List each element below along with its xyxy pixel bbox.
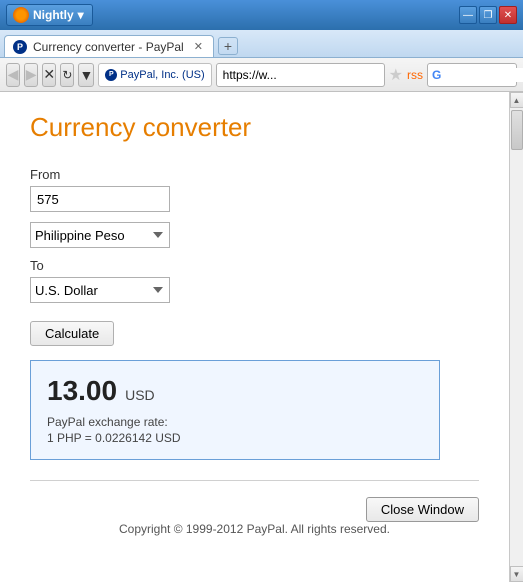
paypal-tab-icon: P [13, 40, 27, 54]
title-bar-controls: — ❐ ✕ [459, 6, 517, 24]
tab-bar: P Currency converter - PayPal ✕ + [0, 30, 523, 58]
scroll-up-button[interactable]: ▲ [510, 92, 523, 108]
browser-content: Currency converter From Philippine Peso … [0, 92, 523, 582]
from-currency-group: Philippine Peso U.S. Dollar Euro British… [30, 222, 479, 248]
title-bar-left: Nightly ▾ [6, 4, 93, 26]
from-currency-select[interactable]: Philippine Peso U.S. Dollar Euro British… [30, 222, 170, 248]
window-close-button[interactable]: ✕ [499, 6, 517, 24]
scrollbar: ▲ ▼ [509, 92, 523, 582]
firefox-icon [13, 7, 29, 23]
stop-button[interactable]: ✕ [42, 63, 56, 87]
search-bar[interactable]: G 🔍 [427, 63, 517, 87]
tab-label: Currency converter - PayPal [33, 40, 184, 54]
paypal-badge-icon: P [105, 69, 117, 81]
navigation-bar: ◀ ▶ ✕ ↻ ▼ P PayPal, Inc. (US) ★ rss G 🔍 [0, 58, 523, 92]
nightly-chevron-icon: ▾ [78, 8, 84, 22]
address-bar-wrap: P PayPal, Inc. (US) ★ rss [98, 63, 423, 87]
footer-text: Copyright © 1999-2012 PayPal. All rights… [30, 522, 479, 536]
page-title: Currency converter [30, 112, 479, 143]
to-label: To [30, 258, 479, 273]
divider [30, 480, 479, 481]
forward-button[interactable]: ▶ [24, 63, 38, 87]
restore-button[interactable]: ❐ [479, 6, 497, 24]
result-amount-value: 13.00 [47, 375, 117, 407]
new-tab-button[interactable]: + [218, 37, 238, 55]
exchange-rate-label: PayPal exchange rate: [47, 415, 423, 429]
scroll-down-button[interactable]: ▼ [510, 566, 523, 582]
minimize-button[interactable]: — [459, 6, 477, 24]
paypal-badge: P PayPal, Inc. (US) [98, 63, 211, 87]
title-bar: Nightly ▾ — ❐ ✕ [0, 0, 523, 30]
close-window-button[interactable]: Close Window [366, 497, 479, 522]
bookmark-star-button[interactable]: ★ [389, 65, 403, 85]
exchange-rate-value: 1 PHP = 0.0226142 USD [47, 431, 423, 445]
nightly-label: Nightly [33, 8, 74, 22]
amount-input[interactable] [30, 186, 170, 212]
paypal-badge-text: PayPal, Inc. (US) [120, 69, 204, 81]
scroll-thumb[interactable] [511, 110, 523, 150]
from-label: From [30, 167, 479, 182]
refresh-button[interactable]: ↻ [60, 63, 74, 87]
nightly-menu-button[interactable]: Nightly ▾ [6, 4, 93, 26]
result-amount-row: 13.00 USD [47, 375, 423, 407]
result-currency-label: USD [125, 387, 155, 403]
back-button[interactable]: ◀ [6, 63, 20, 87]
search-input[interactable] [445, 68, 523, 82]
result-box: 13.00 USD PayPal exchange rate: 1 PHP = … [30, 360, 440, 460]
from-group: From [30, 167, 479, 212]
address-input[interactable] [216, 63, 385, 87]
page-content: Currency converter From Philippine Peso … [0, 92, 509, 582]
rss-button[interactable]: rss [407, 68, 423, 82]
download-button[interactable]: ▼ [78, 63, 94, 87]
calculate-button[interactable]: Calculate [30, 321, 114, 346]
tab-close-button[interactable]: ✕ [194, 40, 203, 53]
to-group: To U.S. Dollar Philippine Peso Euro Brit… [30, 258, 479, 303]
active-tab[interactable]: P Currency converter - PayPal ✕ [4, 35, 214, 57]
google-icon: G [432, 68, 441, 82]
to-currency-select[interactable]: U.S. Dollar Philippine Peso Euro British… [30, 277, 170, 303]
